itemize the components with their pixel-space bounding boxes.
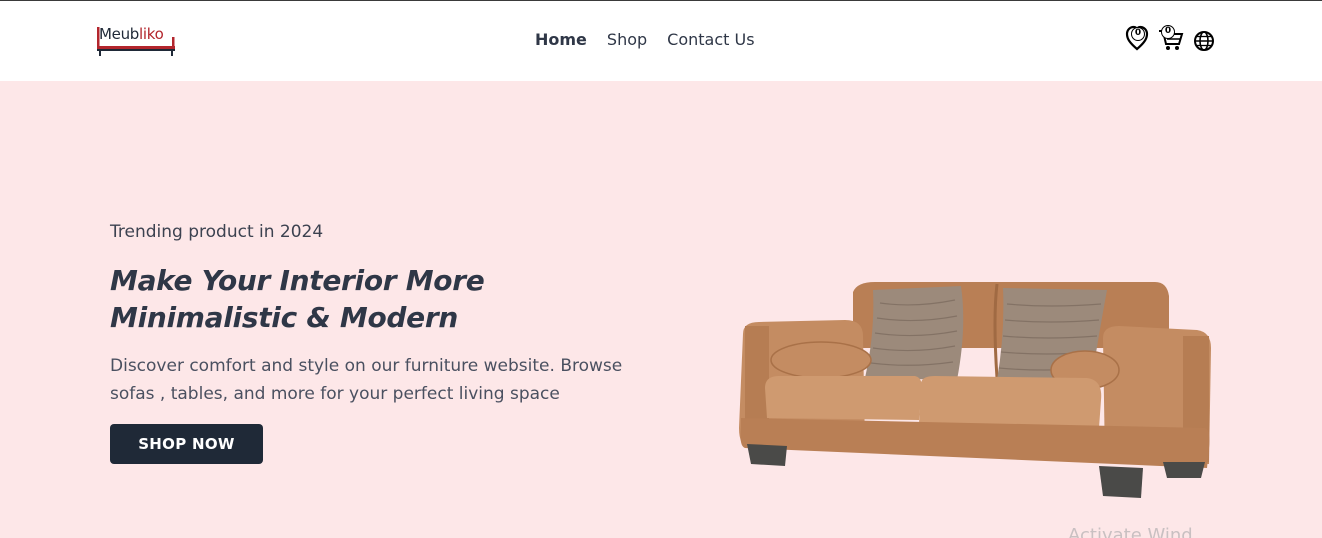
language-button[interactable]: [1193, 30, 1219, 60]
globe-icon: [1194, 31, 1214, 51]
hero-tagline: Trending product in 2024: [110, 222, 324, 242]
sofa-image: [739, 282, 1211, 498]
site-header: Meubliko Home Shop Contact Us 0 0: [0, 1, 1322, 81]
hero-title: Make Your Interior More Minimalistic & M…: [110, 264, 485, 334]
logo-text: Meubliko: [99, 25, 164, 43]
main-nav: Home Shop Contact Us: [535, 30, 775, 52]
nav-shop[interactable]: Shop: [607, 30, 647, 52]
wishlist-count-badge: 0: [1131, 27, 1145, 41]
brand-logo[interactable]: Meubliko: [95, 23, 177, 59]
activate-windows-watermark: Activate Wind: [1068, 525, 1193, 538]
nav-contact-us[interactable]: Contact Us: [667, 30, 754, 52]
shop-now-button[interactable]: SHOP NOW: [110, 424, 263, 464]
cart-count-badge: 0: [1161, 25, 1175, 39]
wishlist-button[interactable]: 0: [1125, 25, 1151, 55]
hero-description: Discover comfort and style on our furnit…: [110, 356, 623, 404]
nav-home[interactable]: Home: [535, 30, 587, 52]
cart-button[interactable]: 0: [1158, 25, 1184, 55]
